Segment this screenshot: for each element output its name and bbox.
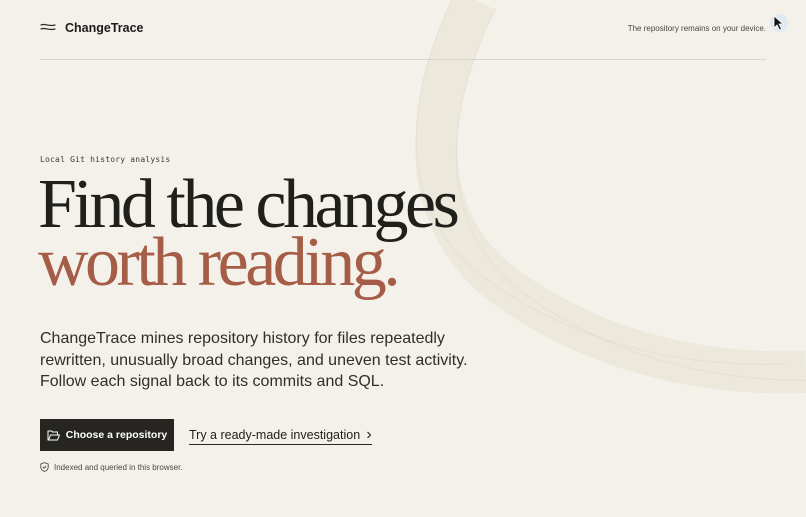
brand-name: ChangeTrace: [65, 21, 144, 35]
mouse-pointer-icon: [770, 14, 788, 32]
hero-description: ChangeTrace mines repository history for…: [40, 330, 468, 390]
footnote-text: Indexed and queried in this browser.: [54, 462, 183, 472]
ready-made-investigation-link[interactable]: Try a ready-made investigation: [189, 428, 373, 445]
wave-logo-icon: [40, 23, 56, 31]
folder-open-icon: [47, 430, 60, 440]
top-bar: ChangeTrace The repository remains on yo…: [40, 0, 766, 60]
ready-made-investigation-label: Try a ready-made investigation: [189, 428, 361, 442]
privacy-note: The repository remains on your device.: [627, 24, 766, 33]
eyebrow-label: Local Git history analysis: [40, 155, 171, 164]
choose-repository-label: Choose a repository: [65, 429, 168, 441]
shield-icon: [40, 462, 49, 472]
headline-line-2: worth reading.: [38, 224, 401, 301]
hero-headline: Find the changes worth reading.: [38, 170, 460, 301]
choose-repository-button[interactable]: Choose a repository: [40, 419, 174, 451]
brand[interactable]: ChangeTrace: [40, 20, 144, 36]
privacy-footnote: Indexed and queried in this browser.: [40, 462, 183, 472]
chevron-right-icon: [367, 431, 372, 439]
